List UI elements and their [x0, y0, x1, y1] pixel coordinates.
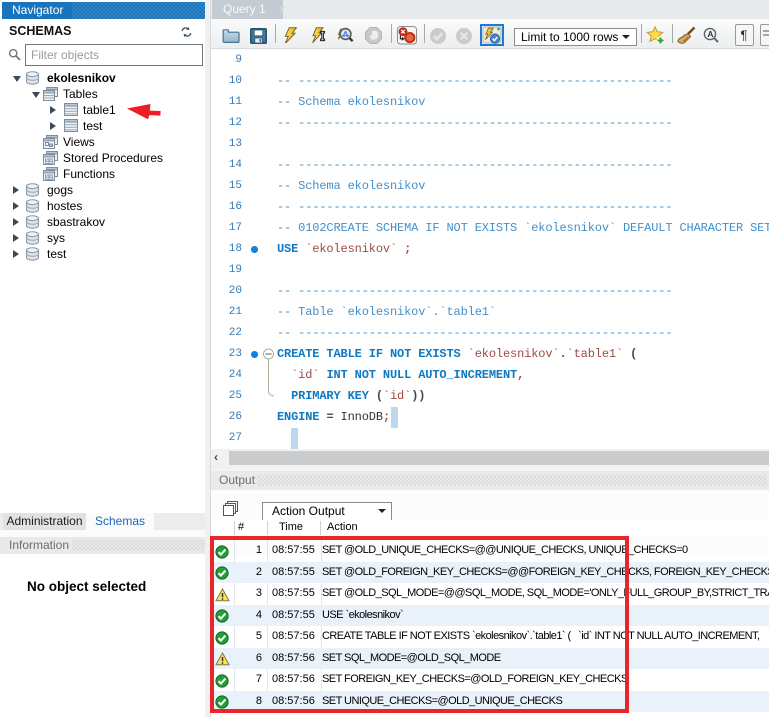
- svg-text:A: A: [707, 29, 713, 39]
- svg-text:¶: ¶: [741, 28, 748, 43]
